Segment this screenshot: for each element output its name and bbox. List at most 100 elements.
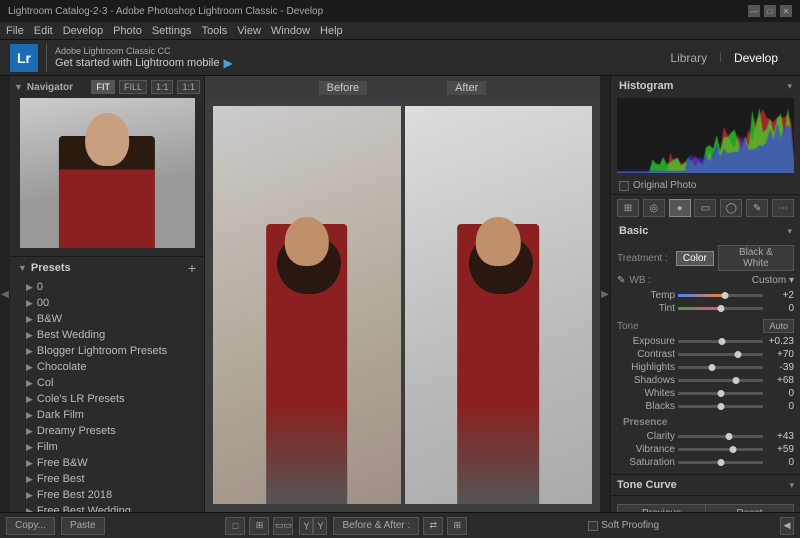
preset-item[interactable]: ▶00 [10, 295, 204, 311]
temp-track[interactable] [678, 294, 763, 297]
maximize-button[interactable]: □ [764, 5, 776, 17]
preset-item[interactable]: ▶Free Best 2018 [10, 487, 204, 503]
preset-item[interactable]: ▶Cole's LR Presets [10, 391, 204, 407]
left-panel-toggle[interactable]: ◀ [0, 76, 10, 512]
navigator-collapse[interactable]: ▼ [14, 82, 23, 92]
spot-removal-tool[interactable]: ◎ [643, 199, 665, 217]
zoom-1-1[interactable]: 1:1 [151, 80, 174, 94]
tone-auto-btn[interactable]: Auto [763, 319, 794, 333]
original-photo-checkbox[interactable] [619, 181, 629, 191]
preset-item[interactable]: ▶Dark Film [10, 407, 204, 423]
menu-tools[interactable]: Tools [202, 25, 228, 37]
cta-arrow[interactable]: ▶ [223, 56, 232, 70]
whites-thumb[interactable] [717, 390, 724, 397]
soft-proofing-checkbox[interactable] [588, 521, 598, 531]
preset-arrow: ▶ [26, 330, 33, 341]
menu-edit[interactable]: Edit [34, 25, 53, 37]
compare-view-btn[interactable]: ▭▭ [273, 517, 293, 535]
histogram-toggle[interactable]: ▾ [787, 81, 792, 92]
zoom-custom[interactable]: 1:1 [177, 80, 200, 94]
saturation-thumb[interactable] [717, 459, 724, 466]
tab-develop[interactable]: Develop [722, 47, 790, 69]
temp-value: +2 [766, 290, 794, 301]
preset-item[interactable]: ▶0 [10, 279, 204, 295]
blacks-thumb[interactable] [717, 403, 724, 410]
clarity-thumb[interactable] [726, 433, 733, 440]
menu-develop[interactable]: Develop [63, 25, 103, 37]
preset-item[interactable]: ▶Free Best Wedding [10, 503, 204, 512]
shadows-thumb[interactable] [732, 377, 739, 384]
wb-eyedropper[interactable]: ✎ [617, 275, 625, 286]
paste-button[interactable]: Paste [61, 517, 105, 535]
menu-window[interactable]: Window [271, 25, 310, 37]
left-panel: ▼ Navigator FIT FILL 1:1 1:1 [10, 76, 205, 512]
previous-button[interactable]: Previous [617, 504, 705, 512]
vibrance-thumb[interactable] [730, 446, 737, 453]
reset-button[interactable]: Reset [705, 504, 794, 512]
highlights-thumb[interactable] [709, 364, 716, 371]
clarity-track[interactable] [678, 435, 763, 438]
graduated-filter-tool[interactable]: ▭ [694, 199, 716, 217]
vibrance-track[interactable] [678, 448, 763, 451]
tint-track[interactable] [678, 307, 763, 310]
basic-toggle[interactable]: ▾ [787, 226, 792, 237]
cta-row: Get started with Lightroom mobile ▶ [55, 56, 233, 70]
preset-label: Chocolate [37, 361, 87, 373]
swap-before-after[interactable]: ⇄ [423, 517, 443, 535]
redeye-tool[interactable]: ● [669, 199, 691, 217]
tab-library[interactable]: Library [658, 47, 719, 69]
presets-panel: ▼ Presets + ▶0▶00▶B&W▶Best Wedding▶Blogg… [10, 256, 204, 512]
crop-tool[interactable]: ⊞ [617, 199, 639, 217]
exposure-thumb[interactable] [719, 338, 726, 345]
blacks-track[interactable] [678, 405, 763, 408]
titlebar: Lightroom Catalog-2-3 - Adobe Photoshop … [0, 0, 800, 22]
more-tools[interactable]: ⋯ [772, 199, 794, 217]
preset-item[interactable]: ▶Chocolate [10, 359, 204, 375]
loupe-view-btn[interactable]: □ [225, 517, 245, 535]
preset-item[interactable]: ▶Free Best [10, 471, 204, 487]
zoom-fill[interactable]: FILL [119, 80, 147, 94]
menu-view[interactable]: View [237, 25, 261, 37]
presets-collapse[interactable]: ▼ [18, 263, 27, 273]
presets-list: ▶0▶00▶B&W▶Best Wedding▶Blogger Lightroom… [10, 279, 204, 512]
copy-button[interactable]: Copy... [6, 517, 55, 535]
whites-track[interactable] [678, 392, 763, 395]
preset-item[interactable]: ▶Blogger Lightroom Presets [10, 343, 204, 359]
zoom-fit[interactable]: FIT [91, 80, 115, 94]
temp-thumb[interactable] [721, 292, 728, 299]
exposure-value: +0.23 [766, 336, 794, 347]
panel-toggle-right[interactable]: ◀ [780, 517, 794, 535]
saturation-track[interactable] [678, 461, 763, 464]
treatment-bw-btn[interactable]: Black & White [718, 245, 794, 271]
menu-file[interactable]: File [6, 25, 24, 37]
highlights-track[interactable] [678, 366, 763, 369]
preset-item[interactable]: ▶B&W [10, 311, 204, 327]
close-button[interactable]: ✕ [780, 5, 792, 17]
contrast-thumb[interactable] [734, 351, 741, 358]
exposure-track[interactable] [678, 340, 763, 343]
right-panel-toggle[interactable]: ▶ [600, 76, 610, 512]
contrast-track[interactable] [678, 353, 763, 356]
wb-value[interactable]: Custom ▾ [752, 275, 794, 286]
tint-thumb[interactable] [717, 305, 724, 312]
menu-settings[interactable]: Settings [152, 25, 192, 37]
grid-view-btn[interactable]: ⊞ [249, 517, 269, 535]
before-after-button[interactable]: Before & After : [333, 517, 419, 535]
tone-curve-toggle[interactable]: ▾ [789, 480, 794, 491]
copy-settings[interactable]: ⊞ [447, 517, 467, 535]
blacks-value: 0 [766, 401, 794, 412]
menu-help[interactable]: Help [320, 25, 343, 37]
preset-item[interactable]: ▶Dreamy Presets [10, 423, 204, 439]
preset-item[interactable]: ▶Col [10, 375, 204, 391]
shadows-track[interactable] [678, 379, 763, 382]
treatment-color-btn[interactable]: Color [676, 251, 714, 266]
preset-item[interactable]: ▶Best Wedding [10, 327, 204, 343]
minimize-button[interactable]: — [748, 5, 760, 17]
menu-photo[interactable]: Photo [113, 25, 142, 37]
preset-item[interactable]: ▶Free B&W [10, 455, 204, 471]
radial-filter-tool[interactable]: ◯ [720, 199, 742, 217]
channel-y[interactable]: Y [299, 517, 313, 535]
adjustment-brush-tool[interactable]: ✎ [746, 199, 768, 217]
add-preset-button[interactable]: + [188, 261, 196, 275]
preset-item[interactable]: ▶Film [10, 439, 204, 455]
